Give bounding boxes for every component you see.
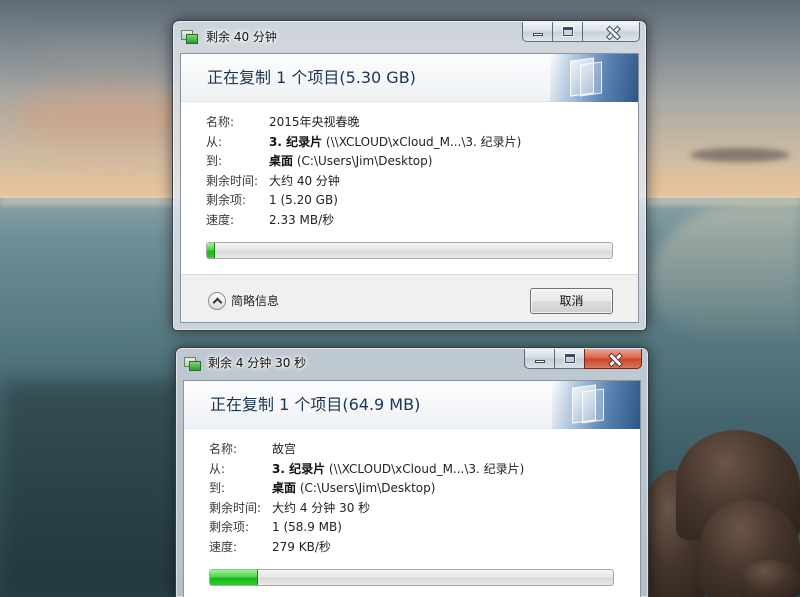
detail-row-items-remaining: 剩余项: 1 (58.9 MB) — [184, 518, 640, 538]
copy-icon — [184, 357, 201, 371]
to-folder[interactable]: 桌面 — [272, 481, 296, 495]
close-button[interactable] — [582, 22, 640, 42]
fewer-details-label[interactable]: 简略信息 — [231, 291, 279, 311]
window-controls — [524, 349, 642, 369]
value-name: 2015年央视春晚 — [269, 115, 360, 129]
minimize-button[interactable] — [522, 22, 552, 42]
maximize-icon — [563, 27, 573, 36]
detail-row-items-remaining: 剩余项: 1 (5.20 GB) — [181, 191, 638, 211]
copy-dialog: 剩余 4 分钟 30 秒 正在复制 1 个项目(64.9 MB) 名称: 故宫 … — [175, 347, 649, 597]
minimize-icon — [533, 33, 543, 36]
label-from: 从: — [206, 134, 223, 149]
copy-progress-bar — [206, 242, 613, 259]
fewer-details-toggle[interactable]: 简略信息 — [208, 291, 279, 311]
maximize-icon — [565, 354, 575, 363]
to-folder[interactable]: 桌面 — [269, 154, 293, 168]
copy-heading: 正在复制 1 个项目(64.9 MB) — [210, 395, 421, 414]
to-path: (C:\Users\Jim\Desktop) — [296, 154, 433, 168]
value-speed: 279 KB/秒 — [272, 539, 331, 554]
copy-icon — [181, 30, 198, 44]
window-title: 剩余 4 分钟 30 秒 — [208, 356, 307, 370]
detail-row-from: 从: 3. 纪录片 (\\XCLOUD\xCloud_M...\3. 纪录片) — [184, 460, 640, 480]
close-button[interactable] — [584, 349, 642, 369]
value-to[interactable]: 桌面 (C:\Users\Jim\Desktop) — [272, 479, 435, 499]
title-bar[interactable]: 剩余 40 分钟 — [173, 21, 646, 53]
glass-pane-graphic — [580, 61, 602, 97]
from-path: (\\XCLOUD\xCloud_M...\3. 纪录片) — [325, 134, 522, 149]
detail-row-name: 名称: 2015年央视春晚 — [181, 113, 638, 133]
detail-row-time-remaining: 剩余时间: 大约 40 分钟 — [181, 172, 638, 192]
dialog-footer: 简略信息 取消 — [181, 274, 638, 322]
maximize-button[interactable] — [552, 22, 582, 42]
copy-progress-bar — [209, 569, 614, 586]
progress-fill — [207, 243, 216, 258]
dialog-content: 正在复制 1 个项目(5.30 GB) 名称: 2015年央视春晚 从: 3. … — [180, 53, 639, 323]
value-name: 故宫 — [272, 442, 297, 456]
copy-heading: 正在复制 1 个项目(5.30 GB) — [207, 68, 416, 87]
title-bar[interactable]: 剩余 4 分钟 30 秒 — [176, 348, 648, 380]
value-time-remaining: 大约 4 分钟 30 秒 — [272, 500, 371, 515]
chevron-up-circle-icon[interactable] — [208, 292, 226, 310]
glass-pane-graphic — [582, 388, 604, 424]
cloud — [30, 40, 160, 80]
value-from[interactable]: 3. 纪录片 (\\XCLOUD\xCloud_M...\3. 纪录片) — [272, 460, 524, 480]
from-folder[interactable]: 3. 纪录片 — [269, 135, 322, 149]
label-to: 到: — [206, 154, 223, 168]
label-speed: 速度: — [206, 212, 235, 227]
label-time-remaining: 剩余时间: — [209, 500, 262, 515]
window-title: 剩余 40 分钟 — [206, 30, 277, 44]
rock — [740, 560, 800, 597]
header-decoration — [550, 54, 638, 102]
copy-dialog: 剩余 40 分钟 正在复制 1 个项目(5.30 GB) 名称: 2015年央视… — [172, 20, 647, 331]
maximize-button[interactable] — [554, 349, 584, 369]
label-from: 从: — [209, 461, 226, 476]
value-items-remaining: 1 (5.20 GB) — [269, 193, 338, 207]
value-to[interactable]: 桌面 (C:\Users\Jim\Desktop) — [269, 152, 432, 172]
dialog-content: 正在复制 1 个项目(64.9 MB) 名称: 故宫 从: 3. 纪录片 (\\… — [183, 380, 641, 597]
label-items-remaining: 剩余项: — [209, 520, 250, 534]
detail-row-speed: 速度: 2.33 MB/秒 — [181, 211, 638, 231]
detail-row-to: 到: 桌面 (C:\Users\Jim\Desktop) — [181, 152, 638, 172]
detail-row-time-remaining: 剩余时间: 大约 4 分钟 30 秒 — [184, 499, 640, 519]
cancel-button[interactable]: 取消 — [530, 288, 613, 314]
value-items-remaining: 1 (58.9 MB) — [272, 520, 342, 534]
label-time-remaining: 剩余时间: — [206, 173, 259, 188]
dialog-header: 正在复制 1 个项目(64.9 MB) — [184, 381, 640, 429]
copy-details: 名称: 故宫 从: 3. 纪录片 (\\XCLOUD\xCloud_M...\3… — [184, 429, 640, 597]
close-icon — [606, 26, 618, 38]
from-path: (\\XCLOUD\xCloud_M...\3. 纪录片) — [328, 461, 525, 476]
detail-row-from: 从: 3. 纪录片 (\\XCLOUD\xCloud_M...\3. 纪录片) — [181, 133, 638, 153]
sea-shadow — [0, 380, 180, 597]
close-icon — [608, 353, 620, 365]
detail-row-speed: 速度: 279 KB/秒 — [184, 538, 640, 558]
dialog-header: 正在复制 1 个项目(5.30 GB) — [181, 54, 638, 102]
label-to: 到: — [209, 481, 226, 495]
label-items-remaining: 剩余项: — [206, 193, 247, 207]
cloud — [690, 148, 790, 162]
minimize-icon — [535, 360, 545, 363]
from-folder[interactable]: 3. 纪录片 — [272, 462, 325, 476]
label-name: 名称: — [206, 115, 235, 129]
detail-row-to: 到: 桌面 (C:\Users\Jim\Desktop) — [184, 479, 640, 499]
to-path: (C:\Users\Jim\Desktop) — [299, 481, 436, 495]
header-decoration — [552, 381, 640, 429]
value-speed: 2.33 MB/秒 — [269, 212, 335, 227]
minimize-button[interactable] — [524, 349, 554, 369]
value-time-remaining: 大约 40 分钟 — [269, 173, 340, 188]
label-speed: 速度: — [209, 539, 238, 554]
value-from[interactable]: 3. 纪录片 (\\XCLOUD\xCloud_M...\3. 纪录片) — [269, 133, 521, 153]
label-name: 名称: — [209, 442, 238, 456]
window-controls — [522, 22, 640, 42]
detail-row-name: 名称: 故宫 — [184, 440, 640, 460]
progress-fill — [210, 570, 259, 585]
copy-details: 名称: 2015年央视春晚 从: 3. 纪录片 (\\XCLOUD\xCloud… — [181, 102, 638, 274]
